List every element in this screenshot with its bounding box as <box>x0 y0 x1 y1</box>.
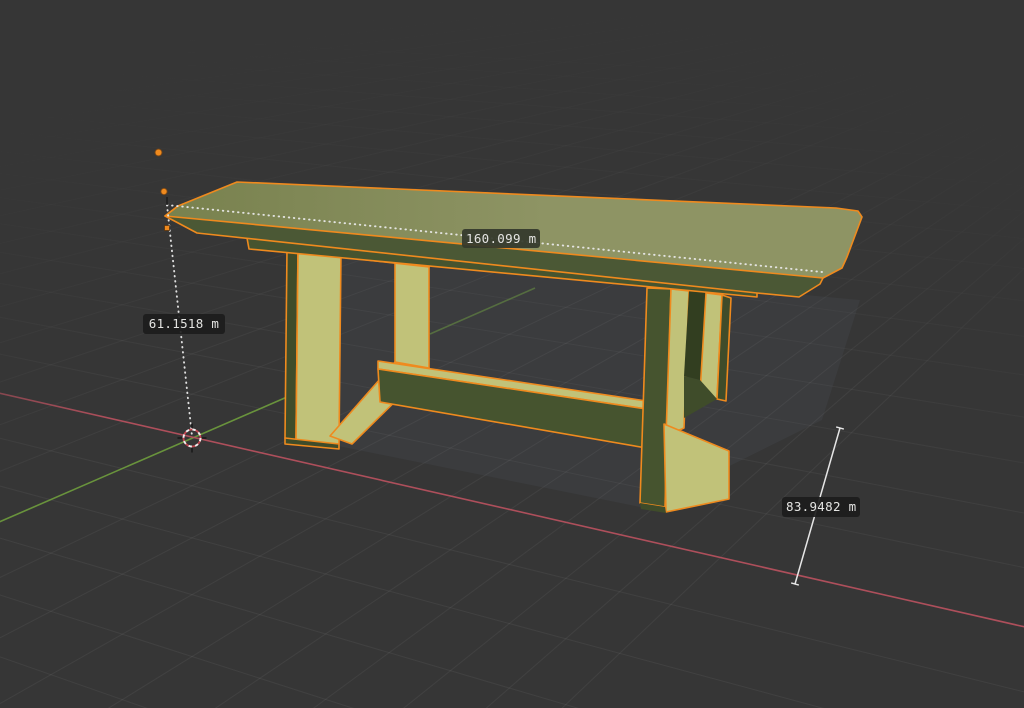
measurement-label-height: 61.1518 m <box>143 314 225 334</box>
measurement-label-ground-distance: 83.9482 m <box>782 497 860 517</box>
ruler-handle-lower[interactable] <box>160 188 167 195</box>
table-part-left-near-post-side[interactable] <box>296 249 341 444</box>
3d-viewport[interactable]: 160.099 m 61.1518 m 83.9482 m <box>0 0 1024 708</box>
3d-cursor <box>178 424 207 453</box>
measurement-label-edge-length: 160.099 m <box>462 229 540 248</box>
scene-layer <box>0 0 1024 708</box>
table-part-left-far-post[interactable] <box>395 261 429 371</box>
ruler-handle-upper[interactable] <box>155 149 163 157</box>
measure-handle-square[interactable] <box>165 226 170 231</box>
